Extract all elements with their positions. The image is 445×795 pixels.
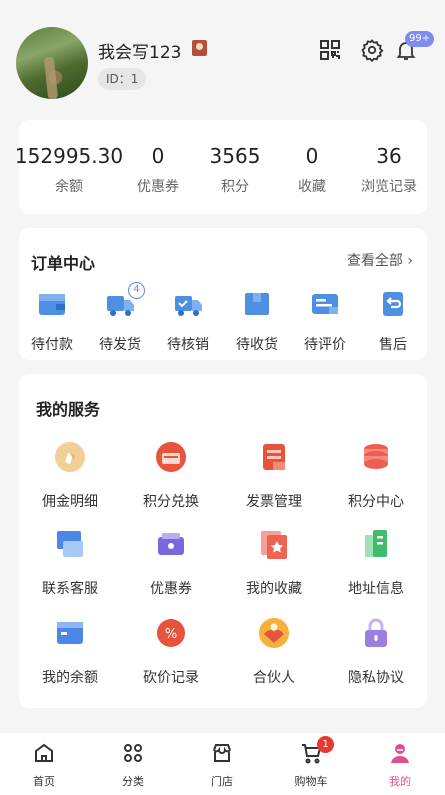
service-points-center[interactable]: 积分中心 xyxy=(328,440,424,511)
tab-label: 首页 xyxy=(33,775,55,788)
home-icon xyxy=(35,743,53,762)
service-label: 地址信息 xyxy=(348,581,404,597)
service-partner[interactable]: 合伙人 xyxy=(226,616,322,687)
wallet-icon xyxy=(39,294,65,315)
tab-label: 门店 xyxy=(211,775,233,788)
user-id-badge: ID：1 xyxy=(98,68,147,90)
invoice-icon xyxy=(263,444,285,470)
vip-icon xyxy=(192,40,207,56)
order-pending-receipt[interactable]: 待收货 xyxy=(222,290,292,354)
order-pending-shipment[interactable]: 待发货 xyxy=(85,290,155,354)
order-label: 售后 xyxy=(379,337,407,353)
service-coupons[interactable]: 优惠券 xyxy=(123,527,219,598)
bargain-icon: % xyxy=(157,619,185,647)
service-label: 佣金明细 xyxy=(42,494,98,510)
order-label: 待收货 xyxy=(236,337,278,353)
refund-icon xyxy=(383,292,403,316)
tab-label: 分类 xyxy=(122,775,144,788)
service-label: 积分兑换 xyxy=(143,494,199,510)
order-label: 待评价 xyxy=(304,337,346,353)
cart-count-badge: 1 xyxy=(317,736,334,753)
order-pending-payment[interactable]: 待付款 xyxy=(17,290,87,354)
service-my-balance[interactable]: 我的余额 xyxy=(22,616,118,687)
service-label: 联系客服 xyxy=(42,581,98,597)
view-all-label: 查看全部 xyxy=(346,253,403,269)
chevron-right-icon: › xyxy=(407,253,413,269)
order-label: 待付款 xyxy=(31,337,73,353)
avatar[interactable] xyxy=(16,27,88,100)
order-center-card: 订单中心 查看全部 › 待付款 待发货 待核销 待收货 待评价 售后 xyxy=(19,228,427,360)
settings-gear-icon[interactable] xyxy=(360,38,384,62)
service-label: 发票管理 xyxy=(246,494,302,510)
service-label: 隐私协议 xyxy=(348,670,404,686)
category-icon xyxy=(124,744,142,762)
notification-count-badge: 99+ xyxy=(405,31,435,47)
my-services-card: 我的服务 佣金明细 积分兑换 发票管理 积分中心 联系客服 优惠券 我的收藏 地… xyxy=(19,374,427,708)
bottom-tab-bar: 首页 分类 门店 购物车 我的 xyxy=(0,732,445,795)
service-icon xyxy=(57,531,83,557)
coupon-icon xyxy=(158,533,184,555)
truck-check-icon xyxy=(175,296,202,316)
package-icon xyxy=(245,293,269,315)
stat-history[interactable]: 36 浏览记录 xyxy=(334,144,444,196)
tab-category[interactable]: 分类 xyxy=(103,741,163,789)
stat-label: 浏览记录 xyxy=(361,179,417,195)
service-privacy-policy[interactable]: 隐私协议 xyxy=(328,616,424,687)
service-label: 我的余额 xyxy=(42,670,98,686)
order-pending-verify[interactable]: 待核销 xyxy=(153,290,223,354)
address-icon xyxy=(365,530,387,557)
order-center-title: 订单中心 xyxy=(31,254,96,273)
tab-label: 我的 xyxy=(389,775,411,788)
order-label: 待核销 xyxy=(167,337,209,353)
privacy-lock-icon xyxy=(365,618,387,647)
order-after-sales[interactable]: 售后 xyxy=(358,290,428,354)
profile-header: 我会写123 ID：1 99+ xyxy=(0,0,445,115)
balance-icon xyxy=(57,622,83,644)
service-label: 砍价记录 xyxy=(143,670,199,686)
review-icon xyxy=(312,294,338,314)
tab-profile[interactable]: 我的 xyxy=(370,741,430,789)
service-points-exchange[interactable]: 积分兑换 xyxy=(123,440,219,511)
service-address[interactable]: 地址信息 xyxy=(328,527,424,598)
service-bargain-records[interactable]: % 砍价记录 xyxy=(123,616,219,687)
order-pending-review[interactable]: 待评价 xyxy=(290,290,360,354)
points-stack-icon xyxy=(364,444,388,469)
service-my-favorites[interactable]: 我的收藏 xyxy=(226,527,322,598)
tab-store[interactable]: 门店 xyxy=(192,741,252,789)
tab-label: 购物车 xyxy=(294,775,328,788)
service-commission[interactable]: 佣金明细 xyxy=(22,440,118,511)
service-label: 合伙人 xyxy=(253,670,295,686)
pending-shipment-count-badge: 4 xyxy=(128,282,145,299)
profile-icon xyxy=(391,744,409,763)
service-label: 积分中心 xyxy=(348,494,404,510)
service-label: 我的收藏 xyxy=(246,581,302,597)
service-invoice[interactable]: 发票管理 xyxy=(226,440,322,511)
service-contact-support[interactable]: 联系客服 xyxy=(22,527,118,598)
exchange-icon xyxy=(156,442,186,472)
nickname: 我会写123 xyxy=(98,43,182,63)
service-label: 优惠券 xyxy=(150,581,192,597)
tab-home[interactable]: 首页 xyxy=(14,741,74,789)
commission-icon xyxy=(55,442,85,472)
qrcode-icon[interactable] xyxy=(318,38,342,62)
store-icon xyxy=(213,744,231,762)
svg-text:%: % xyxy=(165,627,177,642)
stat-value: 36 xyxy=(376,144,402,168)
partner-icon xyxy=(259,618,289,648)
my-services-title: 我的服务 xyxy=(36,400,101,419)
order-label: 待发货 xyxy=(99,337,141,353)
view-all-orders-link[interactable]: 查看全部 › xyxy=(347,250,413,270)
stats-card: 152995.30 余额 0 优惠券 3565 积分 0 收藏 36 浏览记录 xyxy=(15,120,427,214)
favorite-icon xyxy=(261,531,287,559)
